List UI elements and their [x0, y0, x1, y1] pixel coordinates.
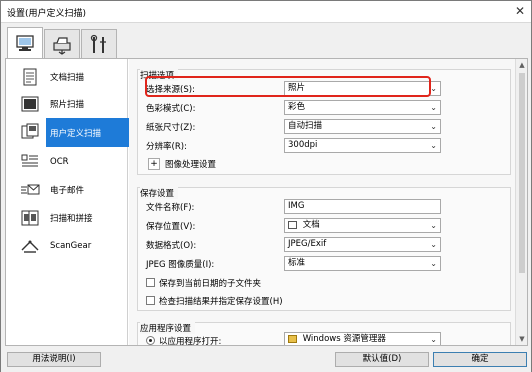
chevron-down-icon: ⌄ — [430, 141, 437, 150]
paper-size-label: 纸张尺寸(Z): — [146, 122, 196, 133]
custom-scan-icon — [20, 123, 40, 141]
email-icon — [20, 181, 40, 199]
chevron-down-icon: ⌄ — [430, 259, 437, 268]
settings-panel: 扫描选项 选择来源(S): 照片 ⌄ 色彩模式(C): 彩色 ⌄ 纸张尺寸(Z)… — [129, 59, 515, 345]
scan-from-panel-tab[interactable] — [44, 29, 80, 59]
scan-from-computer-tab[interactable] — [7, 27, 43, 60]
color-mode-label: 色彩模式(C): — [146, 103, 196, 114]
sidebar-item-label: 照片扫描 — [50, 99, 85, 110]
computer-scan-icon — [16, 35, 34, 51]
chevron-down-icon: ⌄ — [430, 240, 437, 249]
title-bar: 设置(用户定义扫描) ✕ — [1, 1, 531, 23]
sidebar-item-email[interactable]: 电子邮件 — [6, 176, 128, 203]
sidebar-item-label: 扫描和拼接 — [50, 213, 93, 224]
ok-button[interactable]: 确定 — [433, 352, 527, 367]
close-icon[interactable]: ✕ — [509, 1, 531, 22]
open-with-select[interactable]: Windows 资源管理器 ⌄ — [284, 332, 441, 345]
data-format-label: 数据格式(O): — [146, 240, 197, 251]
resolution-select[interactable]: 300dpi ⌄ — [284, 138, 441, 153]
subfolder-checkbox[interactable] — [146, 278, 155, 287]
settings-dialog: 设置(用户定义扫描) ✕ 文档扫描 照片扫描 用户定义扫描 OCR 电子邮件 扫… — [0, 0, 532, 372]
sidebar-item-scangear[interactable]: ScanGear — [6, 232, 128, 259]
scanner-icon — [53, 36, 71, 55]
tools-icon — [90, 34, 106, 53]
scroll-down-icon[interactable]: ▼ — [518, 335, 526, 343]
data-format-select[interactable]: JPEG/Exif ⌄ — [284, 237, 441, 252]
chevron-down-icon: ⌄ — [430, 122, 437, 131]
stitch-icon — [20, 209, 40, 227]
sidebar-item-ocr[interactable]: OCR — [6, 148, 128, 175]
scangear-icon — [20, 237, 40, 255]
defaults-button[interactable]: 默认值(D) — [335, 352, 429, 367]
tab-strip — [1, 23, 531, 60]
chevron-down-icon: ⌄ — [430, 84, 437, 93]
help-button[interactable]: 用法说明(I) — [7, 352, 101, 367]
sidebar-item-label: 文档扫描 — [50, 72, 85, 83]
filename-input[interactable]: IMG — [284, 199, 441, 214]
subfolder-label: 保存到当前日期的子文件夹 — [159, 279, 262, 289]
sidebar-item-custom-scan[interactable]: 用户定义扫描 — [46, 118, 132, 147]
resolution-label: 分辨率(R): — [146, 141, 187, 152]
paper-size-value: 自动扫描 — [288, 121, 323, 131]
filename-label: 文件名称(F): — [146, 202, 195, 213]
scroll-up-icon[interactable]: ▲ — [518, 61, 526, 69]
sidebar-item-stitch[interactable]: 扫描和拼接 — [6, 204, 128, 231]
sidebar-item-photo-scan[interactable]: 照片扫描 — [6, 90, 128, 117]
document-icon — [20, 68, 40, 86]
scroll-thumb[interactable] — [519, 73, 525, 273]
sidebar-item-label: OCR — [50, 156, 69, 167]
jpeg-quality-value: 标准 — [288, 258, 306, 268]
general-settings-tab[interactable] — [81, 29, 117, 59]
jpeg-quality-select[interactable]: 标准 ⌄ — [284, 256, 441, 271]
source-highlight-box — [145, 76, 431, 97]
resolution-value: 300dpi — [288, 140, 318, 150]
sidebar-item-document-scan[interactable]: 文档扫描 — [6, 63, 128, 90]
footer: 用法说明(I) 默认值(D) 确定 — [1, 347, 531, 372]
open-with-value: Windows 资源管理器 — [302, 334, 386, 344]
chevron-down-icon: ⌄ — [430, 221, 437, 230]
check-results-label: 检查扫描结果并指定保存设置(H) — [159, 297, 283, 307]
custom-scan-icon-cell — [6, 118, 46, 145]
color-mode-select[interactable]: 彩色 ⌄ — [284, 100, 441, 115]
sidebar: 文档扫描 照片扫描 用户定义扫描 OCR 电子邮件 扫描和拼接 ScanGear — [6, 59, 132, 345]
chevron-down-icon: ⌄ — [430, 103, 437, 112]
paper-size-select[interactable]: 自动扫描 ⌄ — [284, 119, 441, 134]
sidebar-item-label: 电子邮件 — [50, 185, 85, 196]
photo-icon — [20, 95, 40, 113]
app-settings-group: 应用程序设置 以应用程序打开: Windows 资源管理器 ⌄ — [137, 322, 511, 345]
jpeg-quality-label: JPEG 图像质量(I): — [146, 259, 215, 270]
open-with-radio[interactable] — [146, 336, 155, 345]
vertical-scrollbar[interactable]: ▲ ▼ — [515, 59, 527, 345]
folder-icon — [288, 220, 297, 229]
save-location-value: 文档 — [302, 220, 320, 230]
window-title: 设置(用户定义扫描) — [7, 9, 87, 19]
save-location-select[interactable]: 文档 ⌄ — [284, 218, 441, 233]
sidebar-item-label: ScanGear — [50, 240, 92, 251]
save-settings-group: 保存设置 文件名称(F): IMG 保存位置(V): 文档 ⌄ 数据格式(O):… — [137, 187, 511, 311]
expand-image-processing-button[interactable]: + — [148, 158, 160, 170]
data-format-value: JPEG/Exif — [288, 239, 327, 249]
image-processing-label: 图像处理设置 — [165, 160, 217, 170]
group-title: 保存设置 — [140, 187, 179, 199]
save-location-label: 保存位置(V): — [146, 221, 196, 232]
sidebar-item-label: 用户定义扫描 — [50, 128, 102, 139]
chevron-down-icon: ⌄ — [430, 335, 437, 344]
open-with-label: 以应用程序打开: — [159, 337, 222, 345]
color-mode-value: 彩色 — [288, 102, 306, 112]
check-results-checkbox[interactable] — [146, 296, 155, 305]
group-title: 应用程序设置 — [140, 322, 196, 334]
ocr-icon — [20, 153, 40, 171]
explorer-icon — [288, 334, 297, 343]
